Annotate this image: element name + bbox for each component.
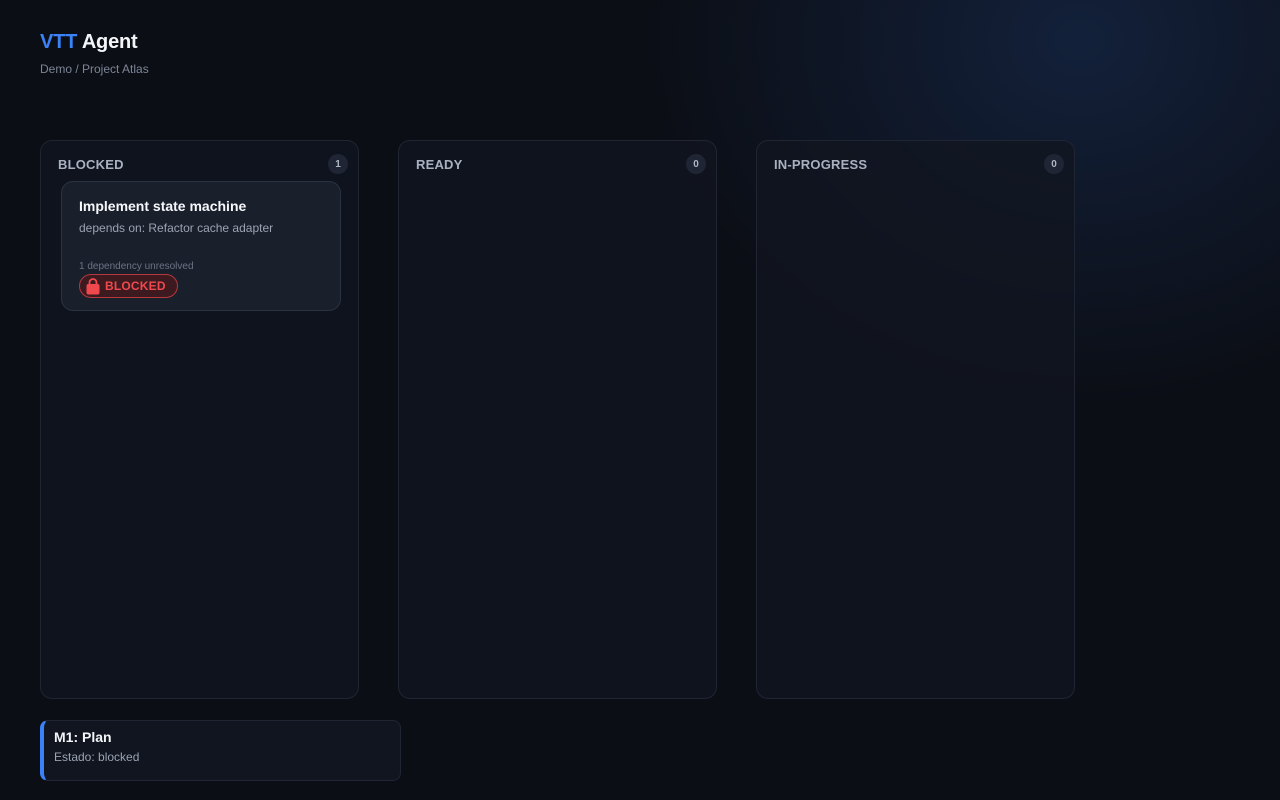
- column-header: READY 0: [416, 154, 706, 174]
- task-title: Implement state machine: [79, 198, 247, 214]
- milestone-status: Estado: blocked: [54, 750, 140, 764]
- column-title: BLOCKED: [58, 156, 124, 172]
- milestone-card[interactable]: M1: Plan Estado: blocked: [40, 720, 401, 781]
- app-header: VTT Agent Demo / Project Atlas: [40, 30, 149, 76]
- column-title: IN-PROGRESS: [774, 156, 868, 172]
- app-title-brand: VTT: [40, 31, 78, 53]
- status-badge: BLOCKED: [79, 274, 178, 298]
- lock-icon: [85, 277, 101, 295]
- task-card[interactable]: Implement state machine depends on: Refa…: [61, 181, 341, 311]
- app-title-rest: Agent: [81, 31, 138, 53]
- breadcrumb: Demo / Project Atlas: [40, 62, 149, 76]
- column-in-progress: IN-PROGRESS 0: [756, 140, 1075, 699]
- count-badge: 0: [686, 154, 706, 174]
- column-header: BLOCKED 1: [58, 154, 348, 174]
- count-badge: 0: [1044, 154, 1064, 174]
- column-title: READY: [416, 156, 463, 172]
- column-blocked: BLOCKED 1 Implement state machine depend…: [40, 140, 359, 699]
- task-dependencies: depends on: Refactor cache adapter: [79, 221, 274, 235]
- column-header: IN-PROGRESS 0: [774, 154, 1064, 174]
- count-badge: 1: [328, 154, 348, 174]
- dependency-note: 1 dependency unresolved: [79, 261, 194, 272]
- app-title: VTT Agent: [40, 30, 149, 54]
- column-ready: READY 0: [398, 140, 717, 699]
- status-label: BLOCKED: [105, 279, 166, 293]
- kanban-board: BLOCKED 1 Implement state machine depend…: [40, 140, 1075, 699]
- milestone-title: M1: Plan: [54, 729, 112, 745]
